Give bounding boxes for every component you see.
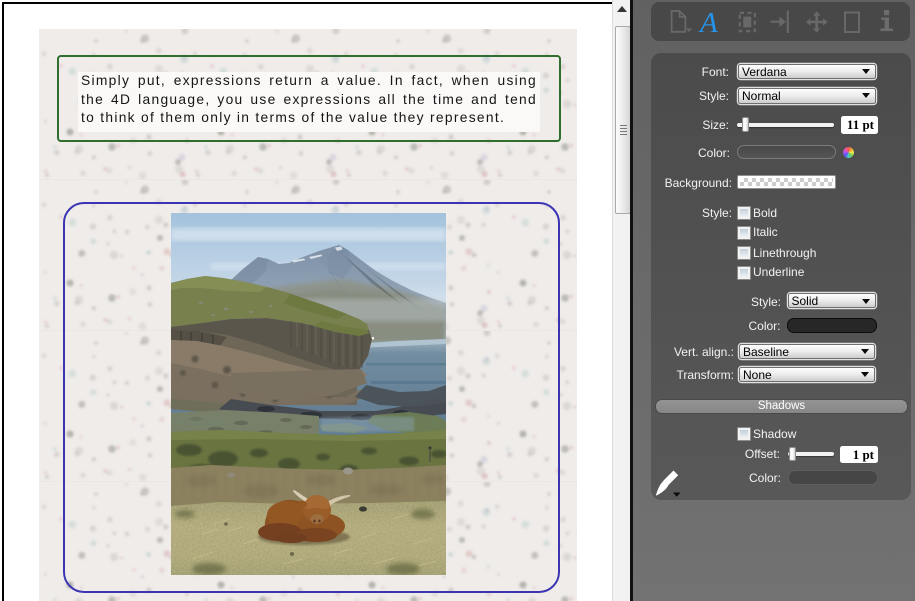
svg-text:A: A (698, 7, 718, 39)
